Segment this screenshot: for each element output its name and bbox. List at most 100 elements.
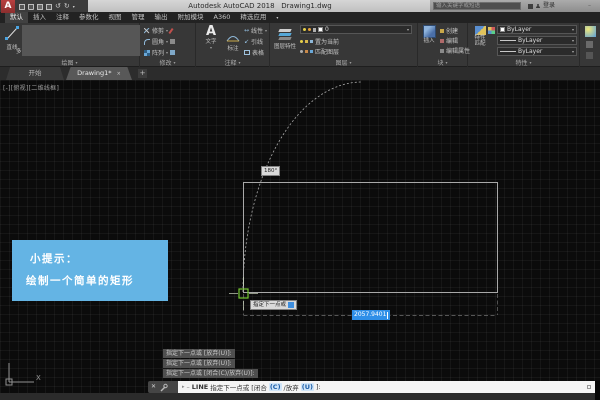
table-tool[interactable]: 表格 xyxy=(244,48,264,57)
exchange-apps-icon[interactable] xyxy=(528,4,533,9)
command-bar-grip-icon[interactable] xyxy=(587,385,591,389)
text-tool-button[interactable]: A 文字 ▾ xyxy=(203,24,219,50)
set-current-layer-button[interactable]: 置为当前 xyxy=(300,37,339,46)
tab-options-dropdown-icon[interactable]: ▾ xyxy=(271,12,283,23)
ucs-icon: X xyxy=(6,363,41,385)
annotation-panel-label[interactable]: 注释▾ xyxy=(196,58,269,66)
match-layer-button[interactable]: 匹配图层 xyxy=(300,47,339,56)
drawing-canvas[interactable]: [-][俯视][二维线框] X 180° 小提示： 绘制一个 xyxy=(0,80,600,393)
ribbon-panel-annotation: A 文字 ▾ 标注 ↔ 线性 ▾ ↙ 引线 表格 注释▾ xyxy=(196,23,270,67)
redo-icon[interactable]: ↻ xyxy=(64,2,70,11)
tab-view[interactable]: 视图 xyxy=(104,12,127,23)
coordinate-input[interactable]: 2057.9401 xyxy=(352,310,390,320)
modify-panel-label[interactable]: 修改▾ xyxy=(140,58,195,66)
insert-block-icon xyxy=(423,25,436,38)
drawing-tab[interactable]: Drawing1* × xyxy=(66,67,132,80)
insert-block-button[interactable]: 插入 xyxy=(421,25,437,44)
ribbon-tab-bar: 默认 插入 注释 参数化 视图 管理 输出 附加模块 A360 精选应用 ▾ xyxy=(0,12,600,23)
draw-panel-label[interactable]: 绘图▾ xyxy=(0,58,139,66)
ribbon-panel-groups xyxy=(582,23,600,67)
tab-parametric[interactable]: 参数化 xyxy=(74,12,104,23)
linetype-sample xyxy=(500,51,516,52)
dropdown-icon: ▾ xyxy=(203,45,219,50)
search-input[interactable]: 输入关键字或短语 xyxy=(433,2,521,10)
quick-access-toolbar: ↺ ↻ ▾ xyxy=(19,2,75,11)
create-block-button[interactable]: 创建 xyxy=(440,26,458,35)
tab-default[interactable]: 默认 xyxy=(5,12,28,23)
edit-block-label: 编辑 xyxy=(446,36,458,45)
ribbon: 直线 多 绘图▾ 修剪 ▾ 圆角 ▾ 阵列 ▾ xyxy=(0,23,600,67)
start-tab[interactable]: 开始 xyxy=(6,67,64,80)
ungroup-icon[interactable] xyxy=(586,41,593,48)
save-icon[interactable] xyxy=(37,4,43,10)
polyline-tool-label[interactable]: 多 xyxy=(16,49,22,55)
option-undo-link[interactable]: (U) xyxy=(301,383,314,391)
ribbon-panel-block: 插入 创建 编辑 编辑属性 块▾ xyxy=(418,23,468,67)
autocad-logo-icon[interactable]: A xyxy=(1,0,15,13)
tab-a360[interactable]: A360 xyxy=(209,12,236,23)
layer-properties-button[interactable]: 图层特性 xyxy=(272,25,298,50)
table-label: 表格 xyxy=(252,48,264,57)
group-icon[interactable] xyxy=(585,26,596,37)
match-properties-button[interactable]: 特性匹配 xyxy=(471,26,489,47)
command-input[interactable]: ▸ – LINE 指定下一点或 [闭合 (C) /放弃 (U) ]: xyxy=(178,381,595,393)
window-controls[interactable]: – xyxy=(588,2,591,9)
edit-attributes-button[interactable]: 编辑属性 xyxy=(440,46,470,55)
option-close-link[interactable]: (C) xyxy=(269,383,282,391)
customize-wrench-icon[interactable] xyxy=(160,383,168,392)
user-icon xyxy=(536,4,540,9)
ucs-x-label: X xyxy=(36,374,41,382)
plot-icon[interactable] xyxy=(46,4,52,10)
edit-block-button[interactable]: 编辑 xyxy=(440,36,458,45)
fillet-tool[interactable]: 圆角 ▾ xyxy=(144,37,175,46)
arc-entity[interactable] xyxy=(243,82,362,292)
erase-icon[interactable] xyxy=(168,27,173,33)
properties-panel-label[interactable]: 特性▾ xyxy=(468,58,579,66)
layer-state-icon xyxy=(305,40,308,43)
command-bar-controls: ✕ xyxy=(148,381,178,393)
tab-manage[interactable]: 管理 xyxy=(127,12,150,23)
command-history-line: 指定下一点或 [放弃(U)]: xyxy=(163,349,235,358)
line-tool-button[interactable]: 直线 xyxy=(3,26,21,51)
tip-line2: 绘制一个简单的矩形 xyxy=(12,266,168,288)
explode-icon[interactable] xyxy=(170,39,175,44)
linear-dim-tool[interactable]: ↔ 线性 ▾ xyxy=(244,26,267,35)
layer-dropdown[interactable]: 0 ▾ xyxy=(300,25,412,34)
qat-dropdown-icon[interactable]: ▾ xyxy=(73,2,75,11)
modify-panel-label-text: 修改 xyxy=(159,58,171,67)
new-tab-button[interactable]: + xyxy=(138,69,147,78)
dash-icon: – xyxy=(187,383,190,391)
window-title: Autodesk AutoCAD 2018 Drawing1.dwg xyxy=(110,0,410,12)
recent-commands-icon[interactable]: ▸ xyxy=(182,384,185,390)
tab-insert[interactable]: 插入 xyxy=(28,12,51,23)
tab-addins[interactable]: 附加模块 xyxy=(173,12,209,23)
dropdown-icon: ▾ xyxy=(446,60,448,65)
array-tool[interactable]: 阵列 ▾ xyxy=(144,48,175,57)
tab-annotate[interactable]: 注释 xyxy=(51,12,74,23)
properties-palette-icon[interactable] xyxy=(488,27,495,34)
block-panel-label[interactable]: 块▾ xyxy=(418,58,467,66)
layers-panel-label[interactable]: 图层▾ xyxy=(270,58,417,66)
dimension-tool-button[interactable]: 标注 xyxy=(224,27,242,52)
leader-tool[interactable]: ↙ 引线 xyxy=(244,37,263,46)
lineweight-dropdown[interactable]: ByLayer ▾ xyxy=(497,36,577,45)
open-file-icon[interactable] xyxy=(28,4,34,10)
undo-icon[interactable]: ↺ xyxy=(55,2,61,11)
sign-in-button[interactable]: 登录 xyxy=(543,3,555,9)
group-edit-icon[interactable] xyxy=(586,52,593,59)
drawing-geometry[interactable]: X xyxy=(0,80,600,393)
linetype-dropdown[interactable]: ByLayer ▾ xyxy=(497,47,577,56)
set-current-label: 置为当前 xyxy=(315,37,339,46)
new-file-icon[interactable] xyxy=(19,4,25,10)
layer-state-icon xyxy=(310,50,313,53)
trim-tool[interactable]: 修剪 ▾ xyxy=(144,26,172,35)
color-dropdown[interactable]: ByLayer ▾ xyxy=(497,25,577,34)
measure-icon[interactable] xyxy=(170,50,175,55)
tab-output[interactable]: 输出 xyxy=(150,12,173,23)
titlebar-tools: 登录 xyxy=(528,3,555,9)
close-command-icon[interactable]: ✕ xyxy=(151,381,156,393)
rectangle-entity[interactable] xyxy=(244,183,498,293)
tab-featured-apps[interactable]: 精选应用 xyxy=(235,12,271,23)
close-tab-icon[interactable]: × xyxy=(117,71,121,77)
bulb-icon xyxy=(300,40,303,43)
